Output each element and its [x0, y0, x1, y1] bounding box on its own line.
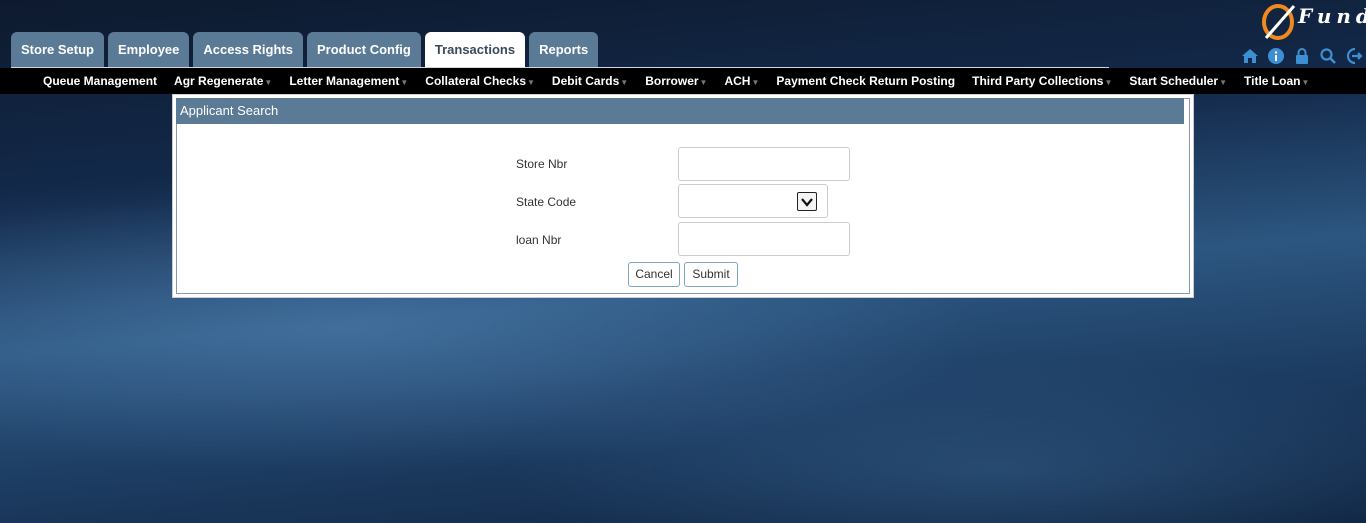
- menu-label: ACH: [724, 74, 751, 88]
- transactions-menubar: Queue Management Agr Regenerate▼ Letter …: [0, 68, 1366, 94]
- logo-swoosh-icon: [1262, 4, 1296, 40]
- caret-down-icon: ▼: [699, 78, 708, 87]
- caret-down-icon: ▼: [1104, 78, 1113, 87]
- menu-title-loan[interactable]: Title Loan▼: [1244, 74, 1309, 88]
- menu-label: Collateral Checks: [425, 74, 526, 88]
- menu-label: Borrower: [645, 74, 699, 88]
- menu-agr-regenerate[interactable]: Agr Regenerate▼: [174, 74, 272, 88]
- tab-employee[interactable]: Employee: [107, 32, 190, 68]
- applicant-search-panel: Applicant Search Store Nbr State Code lo…: [172, 94, 1194, 298]
- submit-button[interactable]: Submit: [684, 262, 738, 287]
- menu-borrower[interactable]: Borrower▼: [645, 74, 707, 88]
- qfund-logo: Fund: [1258, 0, 1366, 44]
- caret-down-icon: ▼: [264, 78, 273, 87]
- lock-icon[interactable]: [1292, 46, 1312, 66]
- menu-label: Queue Management: [43, 74, 158, 88]
- home-icon[interactable]: [1240, 46, 1260, 66]
- state-code-select[interactable]: [678, 184, 828, 218]
- state-code-label: State Code: [516, 195, 577, 209]
- logout-icon[interactable]: [1344, 46, 1364, 66]
- loan-nbr-input[interactable]: [678, 222, 850, 256]
- chevron-down-icon[interactable]: [797, 192, 817, 211]
- tab-product-config[interactable]: Product Config: [306, 32, 421, 68]
- header-icons: [1240, 46, 1364, 66]
- menu-start-scheduler[interactable]: Start Scheduler▼: [1129, 74, 1227, 88]
- caret-down-icon: ▼: [620, 78, 629, 87]
- logo-text: Fund: [1298, 4, 1366, 28]
- menu-label: Agr Regenerate: [174, 74, 264, 88]
- app-header: Store Setup Employee Access Rights Produ…: [0, 0, 1366, 68]
- store-nbr-input[interactable]: [678, 147, 850, 181]
- menu-label: Letter Management: [289, 74, 400, 88]
- main-tabs: Store Setup Employee Access Rights Produ…: [11, 32, 599, 68]
- caret-down-icon: ▼: [400, 78, 409, 87]
- panel-title: Applicant Search: [176, 98, 1184, 124]
- menu-third-party-collections[interactable]: Third Party Collections▼: [972, 74, 1112, 88]
- info-icon[interactable]: [1266, 46, 1286, 66]
- menu-collateral-checks[interactable]: Collateral Checks▼: [425, 74, 535, 88]
- search-icon[interactable]: [1318, 46, 1338, 66]
- cancel-button[interactable]: Cancel: [628, 262, 680, 287]
- menu-queue-management[interactable]: Queue Management: [43, 74, 157, 88]
- menu-payment-check-return-posting[interactable]: Payment Check Return Posting: [776, 74, 955, 88]
- menu-debit-cards[interactable]: Debit Cards▼: [552, 74, 628, 88]
- caret-down-icon: ▼: [1219, 78, 1228, 87]
- tab-reports[interactable]: Reports: [529, 32, 599, 68]
- menu-label: Title Loan: [1244, 74, 1301, 88]
- caret-down-icon: ▼: [527, 78, 535, 87]
- tab-access-rights[interactable]: Access Rights: [193, 32, 303, 68]
- menu-label: Third Party Collections: [972, 74, 1104, 88]
- tab-transactions[interactable]: Transactions: [424, 32, 526, 68]
- caret-down-icon: ▼: [751, 78, 760, 87]
- menu-label: Start Scheduler: [1129, 74, 1219, 88]
- menu-letter-management[interactable]: Letter Management▼: [289, 74, 408, 88]
- caret-down-icon: ▼: [1301, 78, 1310, 87]
- menu-label: Debit Cards: [551, 74, 620, 88]
- tab-store-setup[interactable]: Store Setup: [11, 32, 104, 68]
- menu-ach[interactable]: ACH▼: [724, 74, 759, 88]
- menu-label: Payment Check Return Posting: [776, 74, 956, 88]
- store-nbr-label: Store Nbr: [516, 157, 568, 171]
- loan-nbr-label: loan Nbr: [516, 233, 562, 247]
